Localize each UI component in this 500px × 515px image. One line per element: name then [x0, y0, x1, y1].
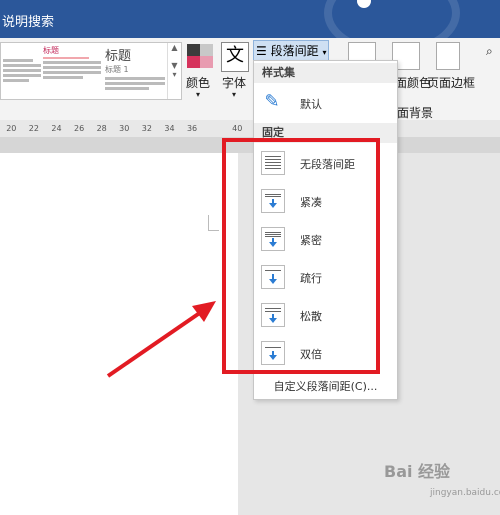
arrow-shaft	[106, 308, 206, 378]
baidu-watermark: Bai 经验	[384, 462, 451, 481]
red-arrow-annotation	[106, 301, 216, 378]
arrow-head	[192, 301, 216, 322]
baidu-watermark-url: jingyan.baidu.com	[430, 488, 500, 498]
